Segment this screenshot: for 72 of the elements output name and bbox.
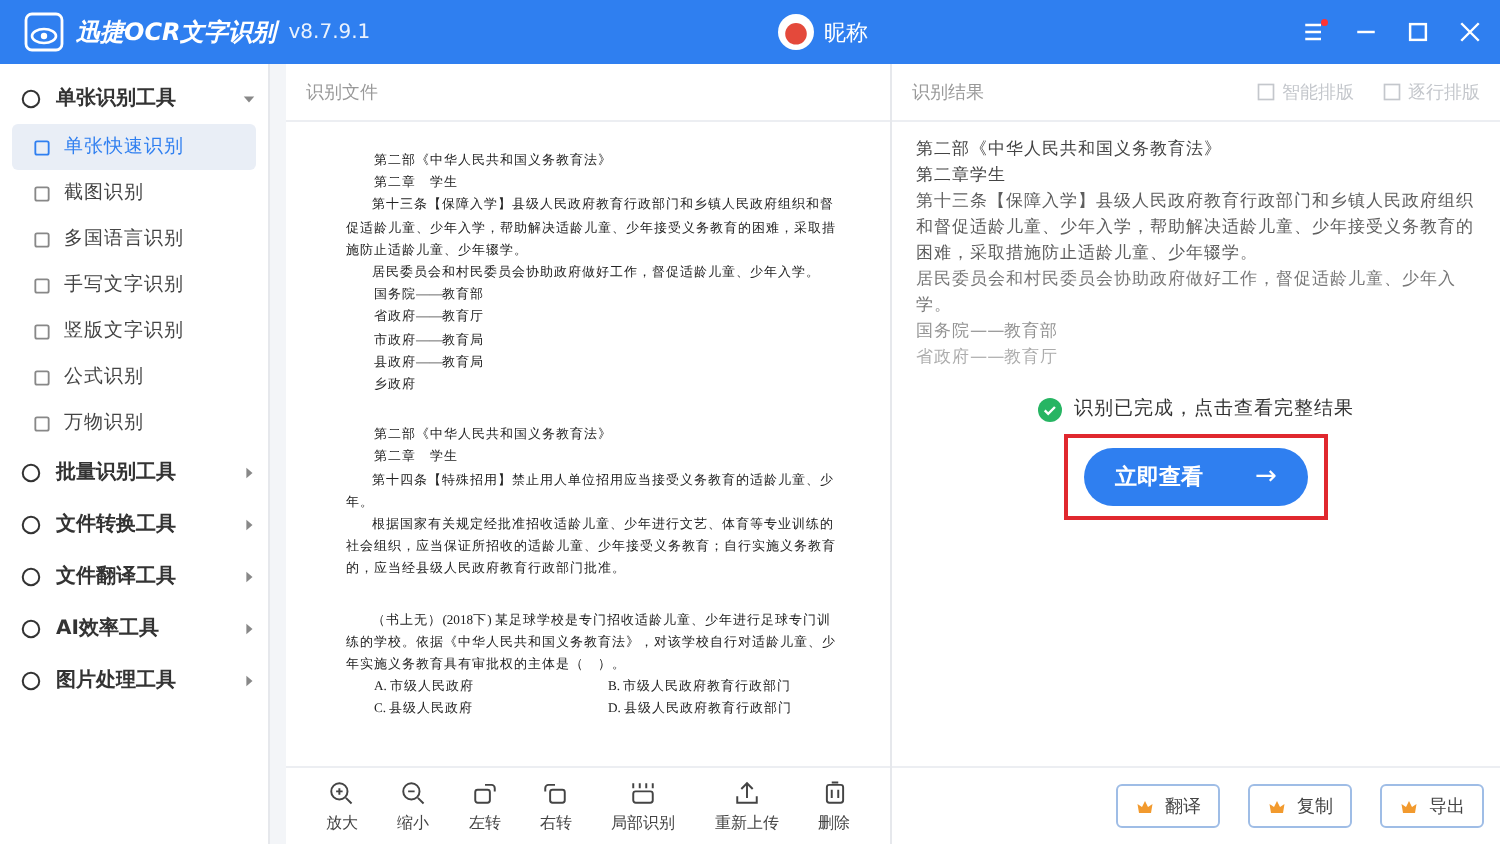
tool-group-header[interactable]: AI效率工具 (12, 602, 256, 654)
result-text-line: 第十三条【保障入学】县级人民政府教育行政部门和乡镇人民政府组织和督促适龄儿童、少年入学，帮助解决适龄儿童、少年接受义务教育的困难，采取措施防止适龄儿童、少年辍学。 (916, 190, 1476, 268)
tool-icon (32, 229, 52, 249)
toolbar-button[interactable]: 左转 (468, 779, 501, 833)
tool-group-header[interactable]: 文件翻译工具 (12, 550, 256, 602)
crop-icon (630, 779, 657, 805)
version-label: v8.7.9.1 (288, 21, 371, 43)
result-text-line: 居民委员会和村民委员会协助政府做好工作，督促适龄儿童、少年入学。 (916, 268, 1458, 320)
tool-menu-item[interactable]: 竖版文字识别 (12, 308, 256, 354)
menu-icon[interactable] (1300, 18, 1328, 46)
toolbar-button[interactable]: 重新上传 (714, 779, 779, 833)
tool-icon (32, 367, 52, 387)
check-icon (1038, 397, 1062, 421)
layout-icon (1382, 82, 1402, 102)
tool-group-icon (20, 87, 42, 109)
tool-menu-item[interactable]: 万物识别 (12, 400, 256, 446)
panel-title: 识别文件 (306, 81, 378, 105)
tool-group-header[interactable]: 单张识别工具 (12, 72, 256, 124)
toolbar-button[interactable]: 放大 (325, 779, 358, 833)
tool-group-icon (20, 461, 42, 483)
avatar-icon[interactable] (778, 14, 815, 50)
tool-group-icon (20, 513, 42, 535)
toolbar-button[interactable]: 右转 (539, 779, 572, 833)
action-button[interactable]: 导出 (1380, 784, 1484, 828)
tool-group-icon (20, 669, 42, 691)
action-button[interactable]: 翻译 (1116, 784, 1220, 828)
toolbar-button[interactable]: 局部识别 (611, 779, 676, 833)
caret-icon (242, 465, 256, 479)
layout-icon (1256, 82, 1276, 102)
maximize-icon[interactable] (1404, 18, 1432, 46)
tool-group-header[interactable]: 批量识别工具 (12, 446, 256, 498)
status-message: 识别已完成，点击查看完整结果 (1074, 396, 1354, 422)
view-result-button[interactable]: 立即查看 → (1084, 448, 1308, 506)
tool-menu-item[interactable]: 公式识别 (12, 354, 256, 400)
result-text-line: 第二章学生 (916, 164, 1008, 190)
toolbar-button[interactable]: 删除 (818, 779, 851, 833)
tool-icon (32, 137, 52, 157)
app-name: 迅捷OCR文字识别 (76, 15, 277, 49)
zoom-in-icon (328, 779, 355, 805)
tool-group-icon (20, 565, 42, 587)
caret-icon (242, 673, 256, 687)
tool-menu-item[interactable]: 手写文字识别 (12, 262, 256, 308)
zoom-out-icon (400, 779, 427, 805)
caret-icon (242, 517, 256, 531)
user-name[interactable]: 昵称 (824, 17, 869, 47)
caret-icon (242, 91, 256, 105)
crown-icon (1399, 797, 1417, 815)
caret-icon (242, 621, 256, 635)
tool-icon (32, 275, 52, 295)
action-button[interactable]: 复制 (1248, 784, 1352, 828)
caret-icon (242, 569, 256, 583)
tool-icon (32, 321, 52, 341)
crown-icon (1267, 797, 1285, 815)
tool-icon (32, 183, 52, 203)
close-icon[interactable] (1456, 18, 1484, 46)
tool-group-icon (20, 617, 42, 639)
toolbar-button[interactable]: 缩小 (397, 779, 430, 833)
delete-icon (821, 779, 848, 805)
tool-group-header[interactable]: 文件转换工具 (12, 498, 256, 550)
rotate-left-icon (471, 779, 498, 805)
tool-menu-item[interactable]: 多国语言识别 (12, 216, 256, 262)
crown-icon (1135, 797, 1153, 815)
result-text-line: 第二部《中华人民共和国义务教育法》 (916, 138, 1224, 164)
tool-menu-item[interactable]: 截图识别 (12, 170, 256, 216)
eye-logo-icon (24, 12, 64, 52)
tool-icon (32, 413, 52, 433)
rotate-right-icon (542, 779, 569, 805)
tool-group-header[interactable]: 图片处理工具 (12, 654, 256, 706)
result-text-line: 省政府——教育厅 (916, 346, 1061, 372)
upload-icon (733, 779, 760, 805)
result-text-line: 国务院——教育部 (916, 320, 1061, 346)
panel-title: 识别结果 (912, 81, 984, 105)
